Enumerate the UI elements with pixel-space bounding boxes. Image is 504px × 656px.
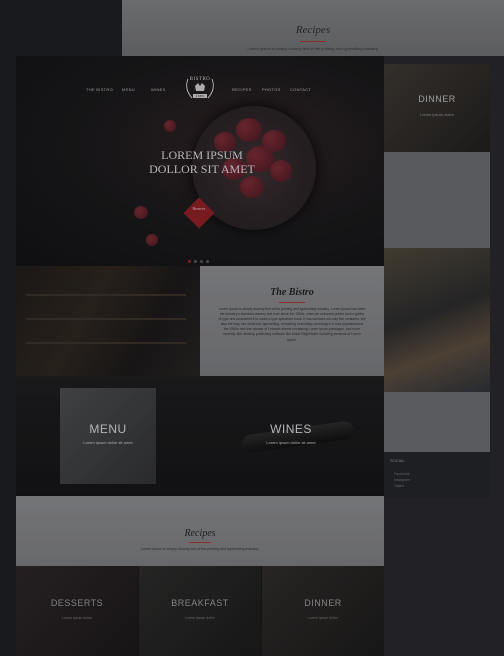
category-dinner[interactable]: DINNER Lorem ipsum dollor — [262, 566, 384, 656]
background-gray-panel — [384, 152, 490, 248]
about-title: The Bistro — [270, 287, 314, 298]
nav-item-wines[interactable]: WINES — [151, 87, 166, 92]
background-recipes-banner: Recipes Lorem Ipsum is simply dummy text… — [122, 0, 504, 56]
category-title: DINNER — [304, 598, 342, 608]
background-footer: SOCIAL Facebook Instagram Twitter — [384, 452, 490, 498]
hero-title: LOREM IPSUM DOLLOR SIT AMET — [122, 148, 282, 176]
hero-title-line-1: LOREM IPSUM — [161, 148, 243, 162]
main-page: THE BISTRO MENU WINES RECIPES PHOTOS CON… — [16, 56, 384, 656]
berry — [134, 206, 148, 219]
shelf — [26, 294, 186, 296]
recipes-subtitle: Lorem Ipsum is simply dummy text of the … — [141, 547, 259, 551]
nav-item-the-bistro[interactable]: THE BISTRO — [86, 87, 113, 92]
slider-dot[interactable] — [206, 260, 209, 263]
category-subtitle: Lorem ipsum dollor — [62, 616, 92, 620]
menu-tile-title: MENU — [89, 422, 127, 436]
background-dinner-subtitle: Lorem ipsum dollor — [419, 112, 454, 117]
logo-text: BISTRO — [189, 77, 211, 82]
background-dinner-title: DINNER — [418, 94, 456, 104]
wines-tile[interactable]: WINES Lorem ipsum dollor sit amet — [230, 388, 352, 484]
category-title: BREAKFAST — [171, 598, 229, 608]
hero-section: THE BISTRO MENU WINES RECIPES PHOTOS CON… — [16, 56, 384, 266]
berry — [236, 118, 262, 142]
recipes-banner: Recipes Lorem Ipsum is simply dummy text… — [16, 496, 384, 566]
background-recipes-subtitle: Lorem Ipsum is simply dummy text of the … — [247, 46, 379, 51]
logo-badge: 1986 — [195, 94, 205, 98]
background-gray-panel-2 — [384, 392, 490, 452]
category-desserts[interactable]: DESSERTS Lorem ipsum dollor — [16, 566, 138, 656]
berry — [164, 120, 176, 132]
recipes-title: Recipes — [184, 528, 216, 539]
shelf — [26, 318, 186, 320]
background-dinner-tile[interactable]: DINNER Lorem ipsum dollor — [384, 64, 490, 152]
nav-item-photos[interactable]: PHOTOS — [262, 87, 281, 92]
nav-item-contact[interactable]: CONTACT — [290, 87, 311, 92]
reserve-button-label[interactable]: Reserve — [178, 206, 220, 211]
recipe-categories: DESSERTS Lorem ipsum dollor BREAKFAST Lo… — [16, 566, 384, 656]
footer-link-twitter[interactable]: Twitter — [394, 484, 404, 488]
berry — [146, 234, 158, 246]
bistro-interior-photo — [16, 266, 200, 376]
category-subtitle: Lorem ipsum dollor — [185, 616, 215, 620]
wines-tile-subtitle: Lorem ipsum dollor sit amet — [266, 440, 316, 445]
berry — [240, 176, 264, 198]
about-card: The Bistro Lorem Ipsum is simply dummy t… — [200, 266, 384, 376]
bistro-logo[interactable]: BISTRO 1986 — [182, 73, 218, 103]
footer-link-facebook[interactable]: Facebook — [394, 472, 409, 476]
nav-item-recipes[interactable]: RECIPES — [232, 87, 252, 92]
footer-link-instagram[interactable]: Instagram — [394, 478, 410, 482]
background-food-photo — [384, 248, 490, 392]
category-title: DESSERTS — [50, 598, 104, 608]
category-subtitle: Lorem ipsum dollor — [308, 616, 338, 620]
slider-dot[interactable] — [188, 260, 191, 263]
hero-title-line-2: DOLLOR SIT AMET — [149, 162, 255, 176]
menu-wines-section: MENU Lorem ipsum dollor sit amet WINES L… — [16, 376, 384, 496]
divider — [279, 302, 305, 303]
category-breakfast[interactable]: BREAKFAST Lorem ipsum dollor — [139, 566, 261, 656]
wines-tile-title: WINES — [270, 422, 312, 436]
footer-heading: SOCIAL — [390, 458, 405, 463]
menu-tile[interactable]: MENU Lorem ipsum dollor sit amet — [60, 388, 156, 484]
slider-dot[interactable] — [200, 260, 203, 263]
shelf — [26, 342, 186, 344]
divider — [189, 542, 211, 543]
menu-tile-subtitle: Lorem ipsum dollor sit amet — [83, 440, 133, 445]
slider-dot[interactable] — [194, 260, 197, 263]
about-paragraph: Lorem Ipsum is simply dummy text of the … — [218, 307, 366, 342]
background-recipes-title: Recipes — [295, 24, 331, 36]
divider — [300, 41, 326, 42]
nav-item-menu[interactable]: MENU — [122, 87, 135, 92]
